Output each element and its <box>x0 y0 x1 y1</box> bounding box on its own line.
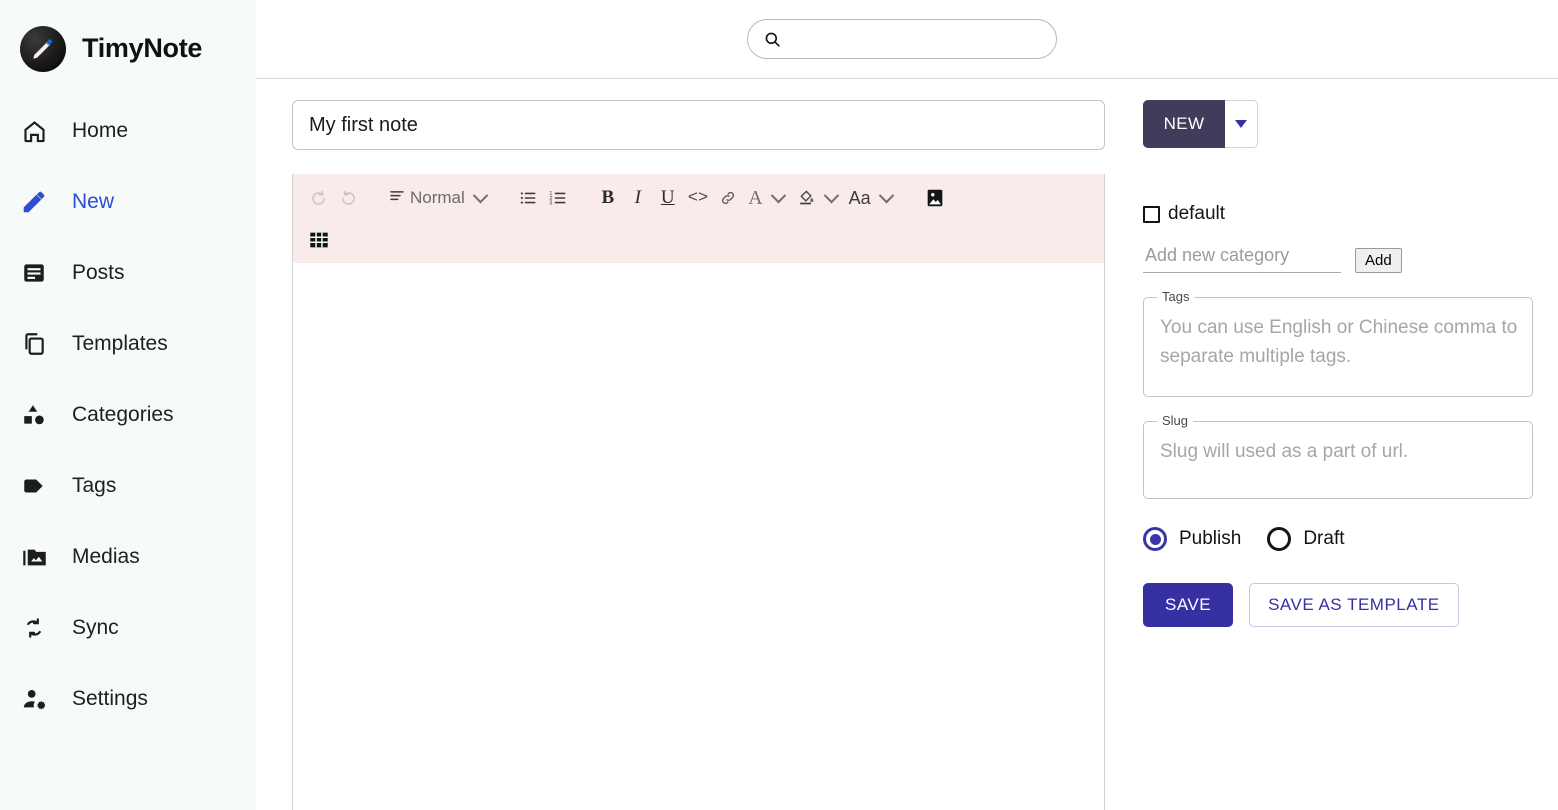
sidebar-item-label: Sync <box>72 616 119 639</box>
svg-text:3: 3 <box>549 201 552 207</box>
numbered-list-icon[interactable]: 1 2 3 <box>543 181 573 215</box>
undo-icon[interactable] <box>303 181 333 215</box>
brand: TimyNote <box>0 0 256 79</box>
italic-icon[interactable]: I <box>623 181 653 215</box>
image-folder-icon <box>16 542 52 572</box>
chevron-down-icon <box>1235 120 1247 128</box>
sync-icon <box>16 613 52 643</box>
app-root: TimyNote Home New Posts Templates Catego… <box>0 0 1558 810</box>
paragraph-format-icon <box>388 187 406 210</box>
sidebar: TimyNote Home New Posts Templates Catego… <box>0 0 256 810</box>
slug-field[interactable]: Slug Slug will used as a part of url. <box>1143 413 1533 499</box>
note-title-input[interactable] <box>292 100 1105 150</box>
sidebar-item-settings[interactable]: Settings <box>0 675 256 723</box>
status-radio-group: Publish Draft <box>1143 527 1538 551</box>
chevron-down-icon <box>472 187 489 203</box>
sidebar-item-posts[interactable]: Posts <box>0 249 256 297</box>
bold-icon[interactable]: B <box>593 181 623 215</box>
sidebar-item-label: Posts <box>72 261 125 284</box>
manage-accounts-icon <box>16 684 52 714</box>
font-size-dropdown[interactable]: Aa <box>844 181 899 215</box>
note-settings-panel: NEW default Add Tags You can use English… <box>1105 79 1558 810</box>
pencil-icon <box>16 187 52 217</box>
sidebar-item-medias[interactable]: Medias <box>0 533 256 581</box>
sidebar-item-label: Templates <box>72 332 168 355</box>
pencil-circle-logo <box>20 25 66 72</box>
radio-publish[interactable] <box>1143 527 1167 551</box>
sidebar-item-tags[interactable]: Tags <box>0 462 256 510</box>
add-category-button[interactable]: Add <box>1355 248 1402 273</box>
search-box[interactable] <box>747 19 1057 59</box>
editor-content-area[interactable] <box>293 263 1104 808</box>
search-icon <box>762 29 782 49</box>
save-button[interactable]: SAVE <box>1143 583 1234 627</box>
slug-placeholder: Slug will used as a part of url. <box>1160 441 1409 462</box>
save-actions: SAVE SAVE AS TEMPLATE <box>1143 583 1538 627</box>
radio-draft-label: Draft <box>1303 528 1345 549</box>
sidebar-item-sync[interactable]: Sync <box>0 604 256 652</box>
editor-toolbar: Normal 1 2 3 B I U <> A Aa <box>293 174 1104 263</box>
sidebar-item-templates[interactable]: Templates <box>0 320 256 368</box>
block-format-label: Normal <box>410 188 465 207</box>
tags-legend: Tags <box>1157 289 1195 304</box>
category-default-row: default <box>1143 203 1538 225</box>
radio-draft[interactable] <box>1267 527 1292 551</box>
tag-icon <box>16 471 52 501</box>
copy-icon <box>16 329 52 359</box>
editor-column: Normal <box>256 79 1105 810</box>
new-button[interactable]: NEW <box>1143 100 1225 148</box>
sidebar-item-label: Medias <box>72 545 140 568</box>
chevron-down-icon <box>878 187 894 203</box>
sidebar-item-label: Settings <box>72 687 148 710</box>
chevron-down-icon <box>823 187 839 203</box>
slug-legend: Slug <box>1157 413 1194 428</box>
block-format-dropdown[interactable]: Normal <box>383 181 493 215</box>
sidebar-item-new[interactable]: New <box>0 178 256 226</box>
link-icon[interactable] <box>713 181 743 215</box>
underline-icon[interactable]: U <box>653 181 683 215</box>
search-input[interactable] <box>790 29 1042 49</box>
font-color-dropdown[interactable]: A <box>743 181 790 215</box>
chevron-down-icon <box>770 187 786 203</box>
new-split-button: NEW <box>1143 100 1538 148</box>
brand-name: TimyNote <box>82 33 203 63</box>
radio-dot <box>1149 533 1161 545</box>
shapes-icon <box>16 400 52 430</box>
sidebar-item-categories[interactable]: Categories <box>0 391 256 439</box>
home-icon <box>16 116 52 146</box>
new-dropdown-button[interactable] <box>1225 100 1258 148</box>
content: Normal <box>256 79 1558 810</box>
highlight-color-dropdown[interactable] <box>791 181 844 215</box>
save-as-template-button[interactable]: SAVE AS TEMPLATE <box>1249 583 1459 627</box>
tags-placeholder: You can use English or Chinese comma to … <box>1160 317 1518 367</box>
main-area: Normal <box>256 0 1558 810</box>
tags-field[interactable]: Tags You can use English or Chinese comm… <box>1143 289 1533 397</box>
redo-icon[interactable] <box>333 181 363 215</box>
font-color-icon: A <box>748 186 763 209</box>
rich-text-editor: Normal 1 2 3 B I U <> A Aa <box>292 174 1105 810</box>
bulleted-list-icon[interactable] <box>513 181 543 215</box>
category-default-checkbox[interactable] <box>1143 205 1160 223</box>
insert-image-icon[interactable] <box>919 181 951 215</box>
sidebar-item-label: Home <box>72 119 129 142</box>
article-icon <box>16 258 52 288</box>
sidebar-item-home[interactable]: Home <box>0 107 256 155</box>
font-size-icon: Aa <box>848 187 871 208</box>
sidebar-nav: Home New Posts Templates Categories Tags… <box>0 79 256 723</box>
topbar <box>256 0 1558 79</box>
radio-publish-label: Publish <box>1179 528 1242 549</box>
add-category-input[interactable] <box>1143 239 1341 273</box>
sidebar-item-label: Tags <box>72 474 117 497</box>
code-icon[interactable]: <> <box>683 181 713 215</box>
sidebar-item-label: New <box>72 190 115 213</box>
fill-color-icon <box>796 185 816 212</box>
category-default-label: default <box>1168 203 1226 224</box>
sidebar-item-label: Categories <box>72 403 174 426</box>
add-category-row: Add <box>1143 239 1538 273</box>
insert-table-icon[interactable] <box>303 223 335 257</box>
